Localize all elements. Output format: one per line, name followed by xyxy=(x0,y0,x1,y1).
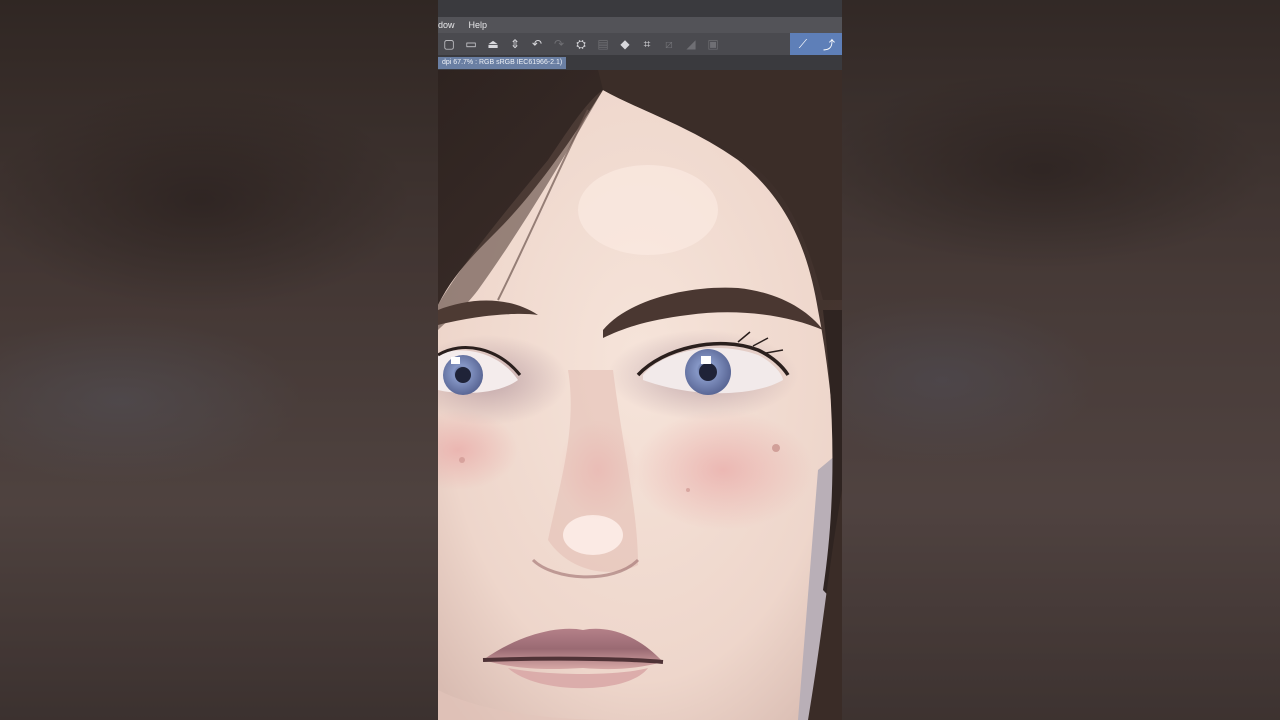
blurred-background-right xyxy=(842,0,1280,720)
stroke-icon[interactable]: ⤴ xyxy=(816,33,842,55)
frame-icon[interactable]: ▣ xyxy=(702,33,724,55)
selection-icon[interactable]: ⛭ xyxy=(570,33,592,55)
menu-bar: dow Help xyxy=(438,17,842,33)
clear-icon[interactable]: ⧄ xyxy=(658,33,680,55)
open-file-icon[interactable]: ▭ xyxy=(460,33,482,55)
menu-help[interactable]: Help xyxy=(469,20,488,30)
canvas-tab-bar: dpi 67.7% : RGB sRGB IEC61966-2.1) xyxy=(438,55,842,70)
blurred-background-left xyxy=(0,0,438,720)
redo-icon[interactable]: ↷ xyxy=(548,33,570,55)
pen-pressure-icon[interactable]: ⟋ xyxy=(790,33,816,55)
menu-window[interactable]: dow xyxy=(438,20,455,30)
painting-canvas[interactable] xyxy=(438,70,842,720)
fill-icon[interactable]: ◆ xyxy=(614,33,636,55)
pen-tools-group: ⟋ ⤴ xyxy=(790,33,842,55)
copy-icon[interactable]: ▤ xyxy=(592,33,614,55)
clip-studio-window: dow Help ▢ ▭ ⏏ ⇕ ↶ ↷ ⛭ ▤ ◆ ⌗ ⧄ ◢ ▣ ⟋ ⤴ d… xyxy=(438,0,842,720)
screen: dow Help ▢ ▭ ⏏ ⇕ ↶ ↷ ⛭ ▤ ◆ ⌗ ⧄ ◢ ▣ ⟋ ⤴ d… xyxy=(0,0,1280,720)
portrait-painting xyxy=(438,70,842,720)
undo-icon[interactable]: ↶ xyxy=(526,33,548,55)
new-canvas-icon[interactable]: ▢ xyxy=(438,33,460,55)
gradient-icon[interactable]: ◢ xyxy=(680,33,702,55)
transform-icon[interactable]: ⌗ xyxy=(636,33,658,55)
save-icon[interactable]: ⏏ xyxy=(482,33,504,55)
canvas-tab[interactable]: dpi 67.7% : RGB sRGB IEC61966-2.1) xyxy=(438,57,567,69)
command-bar: ▢ ▭ ⏏ ⇕ ↶ ↷ ⛭ ▤ ◆ ⌗ ⧄ ◢ ▣ ⟋ ⤴ xyxy=(438,33,842,55)
export-stepper-icon[interactable]: ⇕ xyxy=(504,33,526,55)
